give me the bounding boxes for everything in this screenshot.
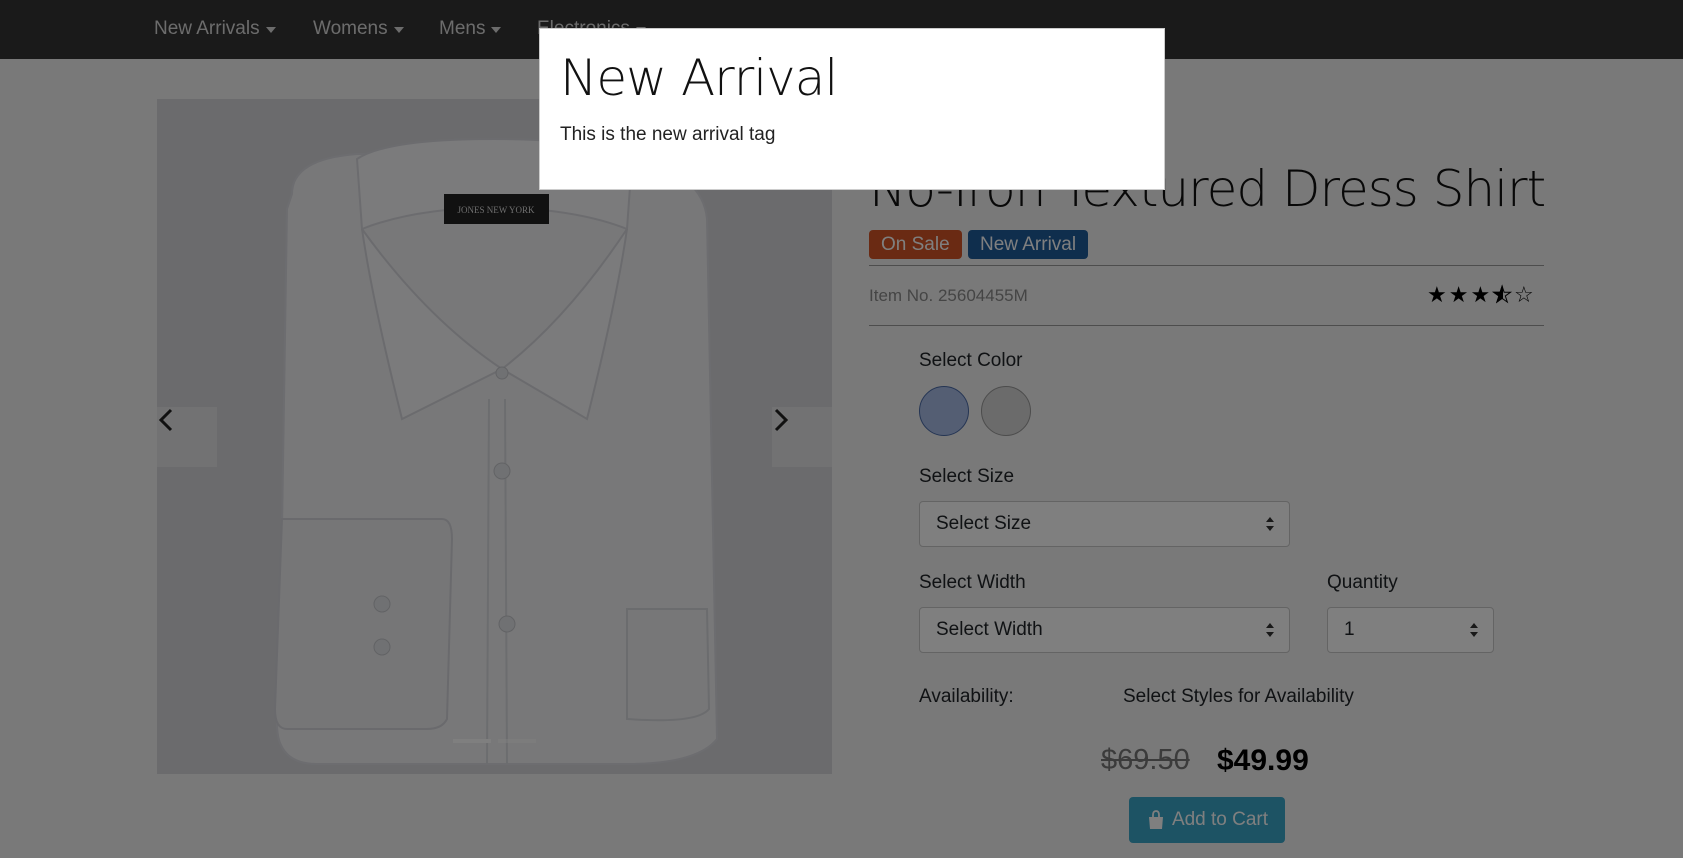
new-arrival-modal: New Arrival This is the new arrival tag — [539, 28, 1165, 190]
modal-title: New Arrival — [560, 49, 838, 107]
modal-body-text: This is the new arrival tag — [560, 124, 776, 145]
